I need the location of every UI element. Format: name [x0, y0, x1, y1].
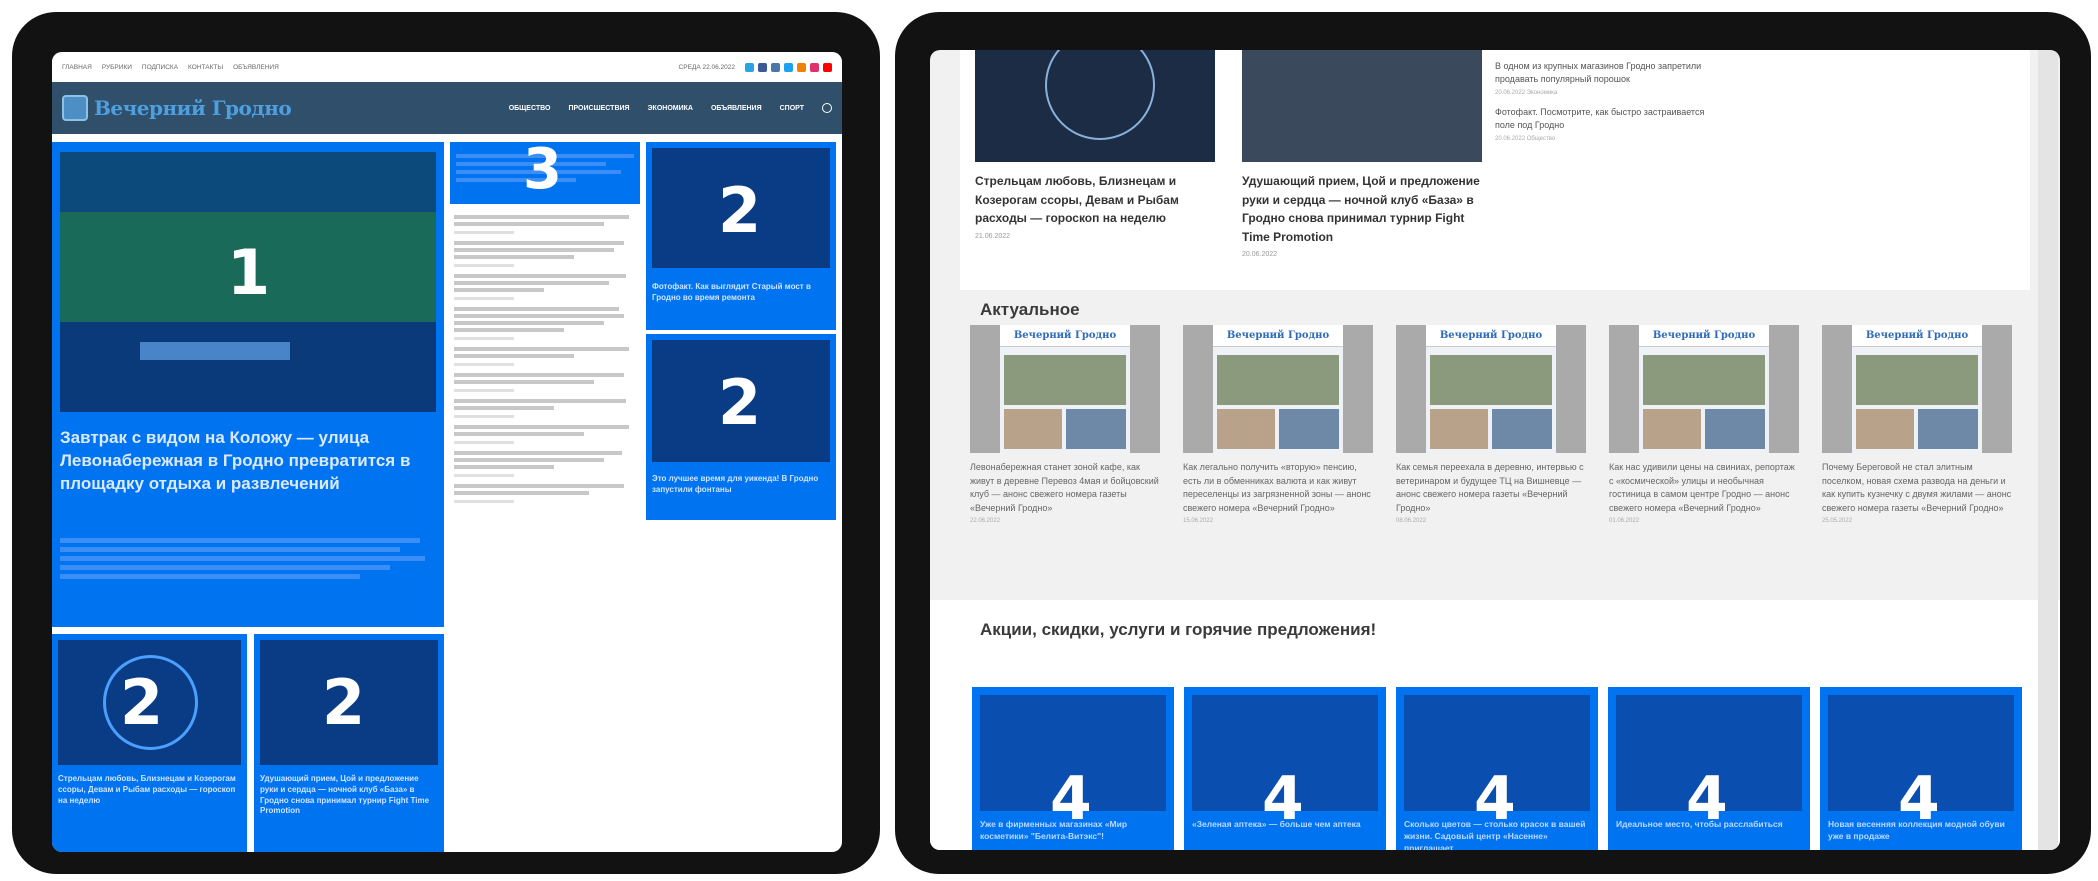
nav-item[interactable]: ОБЪЯВЛЕНИЯ	[711, 105, 762, 112]
list-item[interactable]	[454, 241, 644, 267]
feature-article[interactable]: 1 Завтрак с видом на Коложу — улица Лево…	[52, 142, 444, 627]
social-links	[745, 62, 832, 72]
list-item[interactable]	[454, 373, 644, 392]
zone-number: 1	[227, 236, 271, 309]
card-title[interactable]: Удушающий прием, Цой и предложение руки …	[260, 774, 438, 817]
list-item[interactable]	[454, 274, 644, 300]
topbar-link[interactable]: ГЛАВНАЯ	[62, 64, 92, 71]
section-heading-promo: Акции, скидки, услуги и горячие предложе…	[980, 620, 1377, 639]
zone-number: 2	[718, 174, 762, 247]
card-title[interactable]: Стрельцам любовь, Близнецам и Козерогам …	[58, 774, 241, 806]
site-header: Вечерний Гродно ОБЩЕСТВО ПРОИСШЕСТВИЯ ЭК…	[52, 82, 842, 134]
topbar-link[interactable]: ОБЪЯВЛЕНИЯ	[233, 64, 279, 71]
card-image[interactable]	[1242, 50, 1482, 162]
topbar-link[interactable]: РУБРИКИ	[102, 64, 132, 71]
list-item[interactable]	[454, 425, 644, 444]
newspaper-cover: Вечерний Гродно	[970, 325, 1160, 453]
news-site-scrolled: Стрельцам любовь, Близнецам и Козерогам …	[930, 50, 2060, 850]
list-item[interactable]	[454, 307, 644, 340]
promo-title: Идеальное место, чтобы расслабиться	[1616, 819, 1783, 829]
top-card-caption[interactable]: Удушающий прием, Цой и предложение руки …	[1242, 172, 1482, 261]
scrollbar[interactable]	[2038, 50, 2058, 850]
date-label: СРЕДА 22.06.2022	[678, 63, 735, 71]
news-site-homepage: ГЛАВНАЯ РУБРИКИ ПОДПИСКА КОНТАКТЫ ОБЪЯВЛ…	[52, 52, 842, 852]
tablet-right: Стрельцам любовь, Близнецам и Козерогам …	[895, 12, 2091, 874]
list-item[interactable]: В одном из крупных магазинов Гродно запр…	[1495, 60, 1715, 86]
top-card-caption[interactable]: Стрельцам любовь, Близнецам и Козерогам …	[975, 172, 1225, 243]
promo-card[interactable]: 4 «Зеленая аптека» — больше чем аптека	[1184, 687, 1386, 850]
feature-title[interactable]: Завтрак с видом на Коложу — улица Левона…	[60, 427, 435, 496]
card-title[interactable]: Это лучшее время для уикенда! В Гродно з…	[652, 474, 830, 496]
nav-item[interactable]: ЭКОНОМИКА	[648, 105, 693, 112]
feature-description	[60, 534, 430, 583]
newspaper-cover: Вечерний Гродно	[1609, 325, 1799, 453]
zone-number: 2	[120, 666, 164, 739]
search-icon[interactable]	[822, 103, 832, 113]
promo-card[interactable]: 4 Сколько цветов — столько красок в ваше…	[1396, 687, 1598, 850]
side-top-card[interactable]: 2 Фотофакт. Как выглядит Старый мост в Г…	[646, 142, 836, 330]
card-title[interactable]: Фотофакт. Как выглядит Старый мост в Гро…	[652, 282, 830, 304]
newspaper-card[interactable]: Вечерний Гродно Как легально получить «в…	[1183, 325, 1373, 524]
newspaper-card[interactable]: Вечерний Гродно Почему Береговой не стал…	[1822, 325, 2012, 524]
zone-number: 2	[718, 366, 762, 439]
side-news-list: В одном из крупных магазинов Гродно запр…	[1495, 60, 1715, 152]
list-item[interactable]	[454, 399, 644, 418]
newspaper-card[interactable]: Вечерний Гродно Как семья переехала в де…	[1396, 325, 1586, 524]
zone-number: 2	[322, 666, 366, 739]
promo-title: Новая весенняя коллекция модной обуви уж…	[1828, 819, 2005, 841]
promo-title: Сколько цветов — столько красок в вашей …	[1404, 819, 1586, 850]
odnoklassniki-icon[interactable]	[797, 62, 806, 72]
list-item[interactable]	[454, 215, 644, 234]
nav-item[interactable]: ОБЩЕСТВО	[509, 105, 551, 112]
card-image[interactable]	[975, 50, 1215, 162]
highlighted-news-item[interactable]: 3	[450, 142, 640, 204]
bottom-card-2[interactable]: 2 Удушающий прием, Цой и предложение рук…	[254, 634, 444, 852]
nav-item[interactable]: ПРОИСШЕСТВИЯ	[568, 105, 629, 112]
list-item[interactable]: Фотофакт. Посмотрите, как быстро застраи…	[1495, 106, 1715, 132]
site-logo[interactable]: Вечерний Гродно	[62, 95, 292, 121]
list-item[interactable]	[454, 484, 644, 503]
topbar-link[interactable]: ПОДПИСКА	[142, 64, 178, 71]
promo-card[interactable]: 4 Идеальное место, чтобы расслабиться	[1608, 687, 1810, 850]
side-bottom-card[interactable]: 2 Это лучшее время для уикенда! В Гродно…	[646, 334, 836, 520]
newspaper-card[interactable]: Вечерний Гродно Как нас удивили цены на …	[1609, 325, 1799, 524]
logo-icon	[62, 95, 88, 121]
promo-title: Уже в фирменных магазинах «Мир косметики…	[980, 819, 1128, 841]
top-news-row: Стрельцам любовь, Близнецам и Козерогам …	[960, 50, 2030, 290]
bottom-card-1[interactable]: 2 Стрельцам любовь, Близнецам и Козерога…	[52, 634, 247, 852]
newspaper-cover: Вечерний Гродно	[1396, 325, 1586, 453]
promo-card[interactable]: 4 Уже в фирменных магазинах «Мир космети…	[972, 687, 1174, 850]
twitter-icon[interactable]	[784, 62, 793, 72]
nav-item[interactable]: СПОРТ	[780, 105, 804, 112]
tablet-left: ГЛАВНАЯ РУБРИКИ ПОДПИСКА КОНТАКТЫ ОБЪЯВЛ…	[12, 12, 880, 874]
promo-title: «Зеленая аптека» — больше чем аптека	[1192, 819, 1361, 829]
instagram-icon[interactable]	[810, 62, 819, 72]
vk-icon[interactable]	[771, 62, 780, 72]
zone-number: 3	[523, 142, 562, 202]
list-item[interactable]	[454, 347, 644, 366]
youtube-icon[interactable]	[823, 62, 832, 72]
list-item[interactable]	[454, 451, 644, 477]
newspaper-card[interactable]: Вечерний Гродно Левонабережная станет зо…	[970, 325, 1160, 524]
telegram-icon[interactable]	[745, 62, 754, 72]
newspaper-cover: Вечерний Гродно	[1822, 325, 2012, 453]
facebook-icon[interactable]	[758, 62, 767, 72]
topbar-link[interactable]: КОНТАКТЫ	[188, 64, 223, 71]
news-list	[454, 212, 644, 510]
promo-card[interactable]: 4 Новая весенняя коллекция модной обуви …	[1820, 687, 2022, 850]
top-bar: ГЛАВНАЯ РУБРИКИ ПОДПИСКА КОНТАКТЫ ОБЪЯВЛ…	[52, 52, 842, 82]
main-nav: ОБЩЕСТВО ПРОИСШЕСТВИЯ ЭКОНОМИКА ОБЪЯВЛЕН…	[509, 103, 832, 113]
newspaper-cover: Вечерний Гродно	[1183, 325, 1373, 453]
section-heading-actual: Актуальное	[980, 300, 1080, 319]
